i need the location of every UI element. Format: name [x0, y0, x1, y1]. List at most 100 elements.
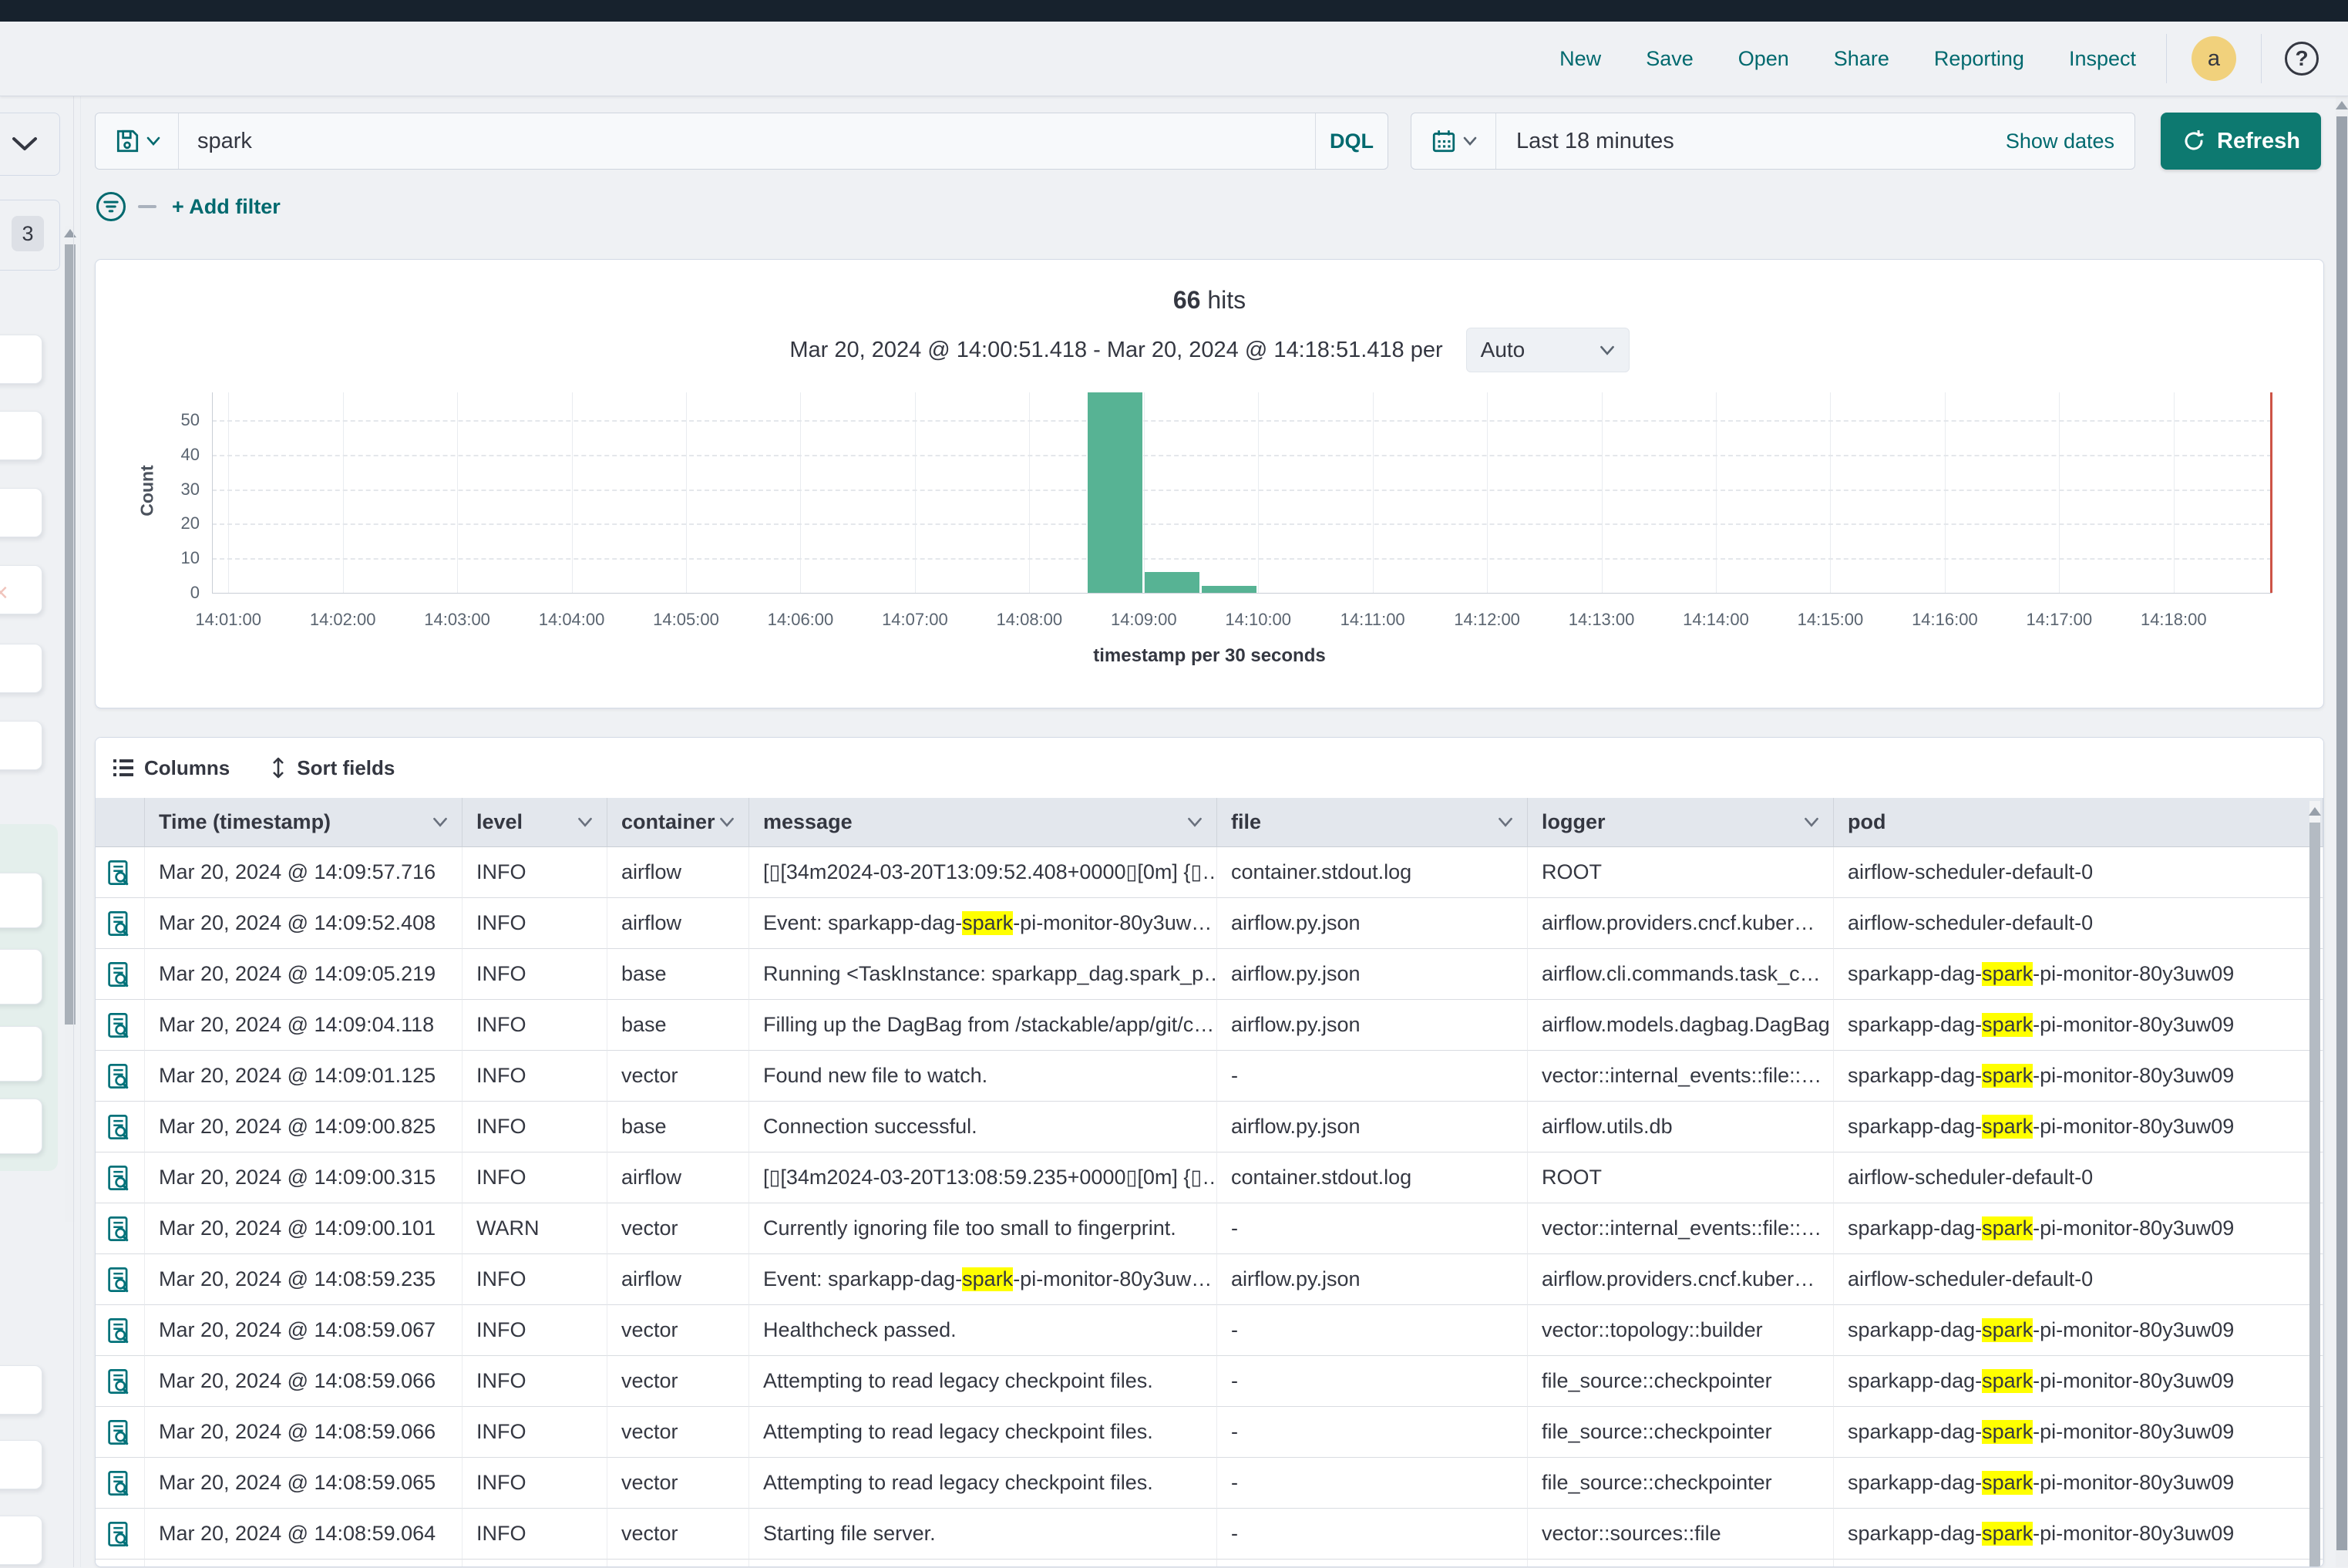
inspect-document-icon[interactable] [105, 1215, 133, 1243]
date-quick-select-button[interactable] [1411, 113, 1496, 169]
sidebar-field-item[interactable] [0, 721, 42, 770]
filter-bar: + Add filter [95, 190, 2324, 224]
table-scrollbar-up-arrow[interactable] [2309, 807, 2321, 816]
expand-row-button[interactable] [96, 1407, 145, 1458]
inspect-document-icon[interactable] [105, 961, 133, 988]
chevron-down-icon[interactable] [432, 817, 448, 827]
search-input[interactable]: spark [179, 129, 1315, 154]
sidebar-collapse-button[interactable] [0, 113, 60, 176]
histogram-bar[interactable] [1088, 392, 1142, 593]
sidebar-field-item[interactable] [0, 873, 42, 928]
inspect-document-icon[interactable] [105, 1011, 133, 1039]
columns-button[interactable]: Columns [113, 756, 230, 780]
nav-inspect[interactable]: Inspect [2047, 47, 2158, 71]
inspect-document-icon[interactable] [105, 1164, 133, 1192]
column-header-message[interactable]: message [749, 798, 1217, 847]
expand-row-button[interactable] [96, 1152, 145, 1203]
sidebar-field-item[interactable] [0, 644, 42, 693]
sort-fields-button[interactable]: Sort fields [270, 756, 395, 780]
expand-row-button[interactable] [96, 1051, 145, 1102]
inspect-document-icon[interactable] [105, 859, 133, 887]
expand-row-button[interactable] [96, 949, 145, 1000]
nav-share[interactable]: Share [1811, 47, 1912, 71]
add-filter-button[interactable]: + Add filter [172, 195, 281, 219]
table-scrollbar-thumb[interactable] [2309, 823, 2320, 1566]
browser-top-strip [0, 0, 2348, 22]
nav-open[interactable]: Open [1716, 47, 1811, 71]
cell-pod: sparkapp-dag-spark-pi-monitor-80y3uw09 [1834, 1051, 2323, 1102]
histogram-bar[interactable] [1202, 586, 1256, 593]
expand-row-button[interactable] [96, 1560, 145, 1567]
chevron-down-icon[interactable] [1187, 817, 1203, 827]
column-header-pod[interactable]: pod [1834, 798, 2323, 847]
inspect-document-icon[interactable] [105, 1368, 133, 1395]
column-header-logger[interactable]: logger [1528, 798, 1834, 847]
table-scrollbar[interactable] [2309, 801, 2320, 1566]
inspect-document-icon[interactable] [105, 1113, 133, 1141]
chevron-down-icon[interactable] [1804, 817, 1819, 827]
histogram-chart[interactable]: 14:01:0014:02:0014:03:0014:04:0014:05:00… [96, 260, 2323, 708]
inspect-document-icon[interactable] [105, 1418, 133, 1446]
cell-file: - [1217, 1356, 1528, 1407]
inspect-document-icon[interactable] [105, 1062, 133, 1090]
column-header-file[interactable]: file [1217, 798, 1528, 847]
saved-query-menu-button[interactable] [96, 113, 179, 169]
remove-field-icon[interactable]: × [0, 578, 8, 608]
cell-text: Found new file to watch. [763, 1064, 987, 1088]
expand-row-button[interactable] [96, 1254, 145, 1305]
chevron-down-icon[interactable] [577, 817, 593, 827]
inspect-document-icon[interactable] [105, 1520, 133, 1548]
expand-row-button[interactable] [96, 1305, 145, 1356]
histogram-bar[interactable] [1145, 572, 1199, 593]
expand-row-button[interactable] [96, 1509, 145, 1560]
page-scrollbar-up-arrow[interactable] [2336, 101, 2348, 109]
sidebar-scrollbar-up-arrow[interactable] [64, 229, 76, 237]
sidebar-field-item[interactable] [0, 1365, 42, 1415]
sidebar-field-item[interactable] [0, 1099, 42, 1154]
cell-text: airflow-scheduler-default-0 [1848, 1267, 2093, 1291]
sidebar-field-item[interactable] [0, 411, 42, 460]
avatar[interactable]: a [2192, 36, 2236, 81]
sidebar-field-item[interactable]: × [0, 565, 42, 614]
sidebar-field-item[interactable] [0, 1440, 42, 1489]
chevron-down-icon[interactable] [719, 817, 735, 827]
time-range-value[interactable]: Last 18 minutes [1496, 129, 2006, 154]
column-header-level[interactable]: level [463, 798, 607, 847]
y-axis-tick-label: 10 [146, 548, 200, 568]
column-header-container[interactable]: container [607, 798, 749, 847]
expand-row-button[interactable] [96, 1102, 145, 1152]
sidebar-field-item[interactable] [0, 1026, 42, 1082]
nav-reporting[interactable]: Reporting [1912, 47, 2047, 71]
inspect-document-icon[interactable] [105, 1317, 133, 1344]
nav-new[interactable]: New [1537, 47, 1623, 71]
expand-row-button[interactable] [96, 1356, 145, 1407]
expand-row-button[interactable] [96, 1458, 145, 1509]
sidebar-field-item[interactable] [0, 1516, 42, 1565]
grid-line-vertical [1945, 392, 1946, 593]
column-header-time-timestamp-[interactable]: Time (timestamp) [145, 798, 463, 847]
sidebar-field-item[interactable] [0, 335, 42, 384]
chevron-down-icon[interactable] [1498, 817, 1513, 827]
refresh-button[interactable]: Refresh [2161, 113, 2321, 170]
expand-row-button[interactable] [96, 898, 145, 949]
page-scrollbar[interactable] [2336, 96, 2348, 1567]
sidebar-field-group[interactable]: 3 [0, 200, 60, 271]
filter-menu-icon[interactable] [95, 190, 127, 223]
expand-row-button[interactable] [96, 1000, 145, 1051]
grid-line-vertical [1602, 392, 1603, 593]
inspect-document-icon[interactable] [105, 1266, 133, 1294]
query-language-button[interactable]: DQL [1315, 113, 1388, 169]
cell-container: airflow [607, 847, 749, 898]
help-icon[interactable]: ? [2285, 42, 2319, 76]
nav-save[interactable]: Save [1623, 47, 1716, 71]
expand-row-button[interactable] [96, 1203, 145, 1254]
page-scrollbar-thumb[interactable] [2336, 116, 2347, 1550]
sidebar-field-item[interactable] [0, 488, 42, 537]
inspect-document-icon[interactable] [105, 910, 133, 937]
sidebar-field-item[interactable] [0, 949, 42, 1004]
cell-level: INFO [463, 1051, 607, 1102]
show-dates-button[interactable]: Show dates [2006, 130, 2134, 153]
expand-row-button[interactable] [96, 847, 145, 898]
inspect-document-icon[interactable] [105, 1469, 133, 1497]
highlighted-term: spark [1982, 1064, 2033, 1088]
